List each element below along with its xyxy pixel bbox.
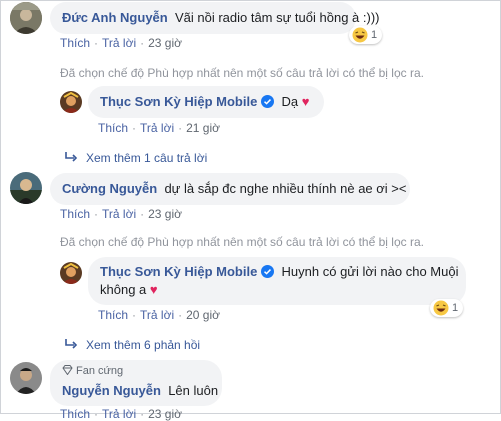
reaction-count: 1	[452, 302, 459, 314]
reply-actions: Thích · Trả lời · 21 giờ	[98, 121, 220, 135]
comment-actions: Thích · Trả lời · 23 giờ	[60, 407, 182, 421]
comment-actions: Thích · Trả lời · 23 giờ	[60, 36, 182, 50]
comment-actions: Thích · Trả lời · 23 giờ	[60, 207, 182, 221]
verified-badge-icon	[261, 95, 275, 108]
reply-arrow-icon	[64, 338, 78, 352]
heart-icon: ♥	[149, 282, 158, 297]
reaction-badge[interactable]: 1	[349, 26, 382, 44]
reply-arrow-icon	[64, 151, 78, 165]
reply-time[interactable]: 21 giờ	[186, 121, 220, 135]
like-link[interactable]: Thích	[60, 207, 90, 221]
reply-link[interactable]: Trả lời	[102, 36, 136, 50]
reply-text: Dạ	[281, 94, 299, 109]
comment-bubble: Fan cứng Nguyễn Nguyễn Lên luôn	[50, 360, 222, 406]
comment-text: Vãi nồi radio tâm sự tuổi hồng à :)))	[174, 10, 380, 25]
reply-actions: Thích · Trả lời · 20 giờ	[98, 308, 220, 322]
like-link[interactable]: Thích	[60, 36, 90, 50]
reply-link[interactable]: Trả lời	[140, 308, 174, 322]
reply-link[interactable]: Trả lời	[140, 121, 174, 135]
view-more-label[interactable]: Xem thêm 6 phản hồi	[86, 338, 200, 352]
avatar[interactable]	[10, 172, 42, 204]
haha-emoji-icon	[352, 27, 368, 43]
reply-text-line1: Huynh có gửi lời nào cho Muội	[281, 264, 459, 279]
verified-badge-icon	[261, 265, 275, 278]
like-link[interactable]: Thích	[98, 308, 128, 322]
like-link[interactable]: Thích	[98, 121, 128, 135]
comment-author[interactable]: Nguyễn Nguyễn	[62, 383, 161, 398]
avatar[interactable]	[60, 91, 82, 113]
reaction-badge[interactable]: 1	[430, 299, 463, 317]
view-more-replies-link[interactable]: Xem thêm 1 câu trả lời	[64, 151, 207, 165]
avatar[interactable]	[60, 262, 82, 284]
reply-time[interactable]: 20 giờ	[186, 308, 220, 322]
haha-emoji-icon	[433, 300, 449, 316]
comment-bubble: Cường Nguyễn dự là sắp đc nghe nhiều thí…	[50, 173, 410, 205]
comment-text: Lên luôn	[168, 383, 219, 398]
avatar[interactable]	[10, 362, 42, 394]
comment-time[interactable]: 23 giờ	[148, 207, 182, 221]
reply-bubble: Thục Sơn Kỳ Hiệp Mobile Dạ ♥	[88, 86, 324, 118]
comment-author[interactable]: Đức Anh Nguyễn	[62, 10, 168, 25]
fan-badge-label: Fan cứng	[76, 365, 124, 377]
reaction-count: 1	[371, 29, 378, 41]
reply-link[interactable]: Trả lời	[102, 407, 136, 421]
filter-notice: Đã chọn chế độ Phù hợp nhất nên một số c…	[60, 66, 424, 80]
reply-author[interactable]: Thục Sơn Kỳ Hiệp Mobile	[100, 264, 257, 279]
heart-icon: ♥	[301, 94, 310, 109]
reply-bubble: Thục Sơn Kỳ Hiệp Mobile Huynh có gửi lời…	[88, 257, 466, 305]
view-more-replies-link[interactable]: Xem thêm 6 phản hồi	[64, 338, 200, 352]
fan-badge: Fan cứng	[62, 365, 123, 377]
diamond-icon	[62, 365, 73, 376]
like-link[interactable]: Thích	[60, 407, 90, 421]
filter-notice: Đã chọn chế độ Phù hợp nhất nên một số c…	[60, 235, 424, 249]
comment-time[interactable]: 23 giờ	[148, 36, 182, 50]
comment-time[interactable]: 23 giờ	[148, 407, 182, 421]
reply-author[interactable]: Thục Sơn Kỳ Hiệp Mobile	[100, 94, 257, 109]
comment-text: dự là sắp đc nghe nhiều thính nè ae ơi >…	[164, 181, 407, 196]
comment-bubble: Đức Anh Nguyễn Vãi nồi radio tâm sự tuổi…	[50, 2, 379, 34]
reply-link[interactable]: Trả lời	[102, 207, 136, 221]
avatar[interactable]	[10, 2, 42, 34]
view-more-label[interactable]: Xem thêm 1 câu trả lời	[86, 151, 207, 165]
reply-text-line2: không a	[100, 282, 147, 297]
comment-author[interactable]: Cường Nguyễn	[62, 181, 157, 196]
